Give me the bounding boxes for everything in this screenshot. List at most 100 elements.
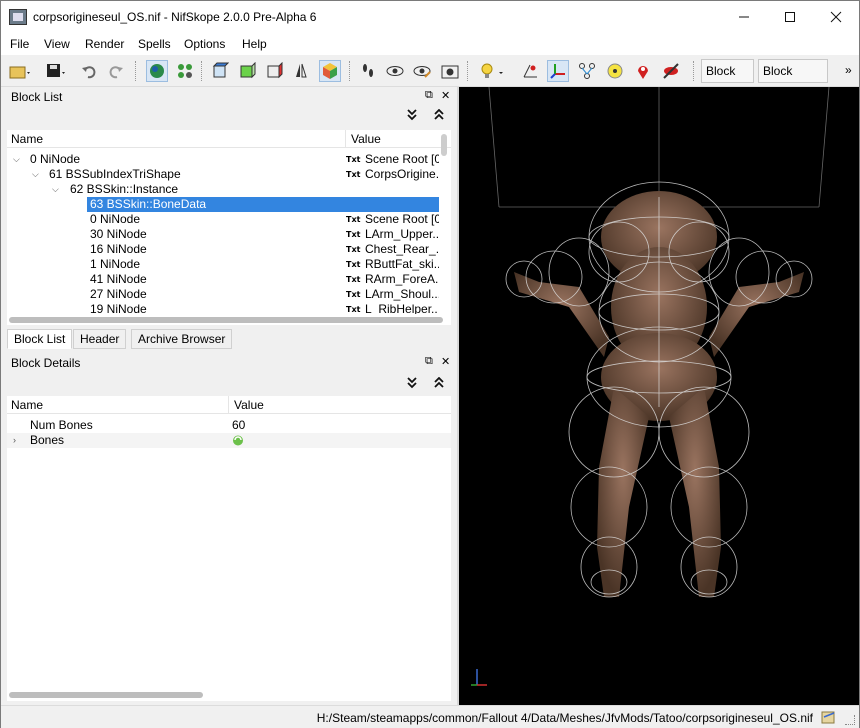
vertical-scrollbar[interactable] bbox=[441, 134, 447, 156]
show-axes-button[interactable] bbox=[519, 60, 541, 82]
expand-all-icon[interactable] bbox=[433, 376, 445, 392]
col-name[interactable]: Name bbox=[11, 398, 43, 412]
title-bar: corpsorigineseul_OS.nif - NifSkope 2.0.0… bbox=[1, 1, 859, 33]
txt-badge: Txt bbox=[346, 215, 361, 224]
tree-row[interactable]: ⌵ 62 BSSkin::Instance bbox=[7, 182, 437, 197]
show-center-button[interactable] bbox=[604, 60, 626, 82]
walk-mode-button[interactable] bbox=[357, 60, 379, 82]
col-value[interactable]: Value bbox=[351, 132, 381, 146]
chevrons-up-icon bbox=[434, 376, 444, 388]
skeleton-icon bbox=[579, 63, 595, 79]
tree-row-selected[interactable]: 63 BSSkin::BoneData bbox=[7, 197, 439, 212]
tree-row[interactable]: 30 NiNode Txt LArm_Upper... bbox=[7, 227, 439, 242]
tab-header[interactable]: Header bbox=[73, 329, 127, 349]
menu-options[interactable]: Options bbox=[184, 37, 225, 51]
horizontal-scrollbar[interactable] bbox=[9, 317, 443, 323]
view-side-button[interactable] bbox=[263, 60, 285, 82]
menu-help[interactable]: Help bbox=[242, 37, 267, 51]
expanded-chevron-icon[interactable]: ⌵ bbox=[13, 152, 20, 167]
undock-icon[interactable]: ⧉ bbox=[425, 355, 433, 368]
tree-row[interactable]: 19 NiNode Txt L_RibHelper... bbox=[7, 302, 437, 314]
render-viewport[interactable] bbox=[459, 87, 859, 705]
show-hidden-button[interactable] bbox=[384, 60, 406, 82]
clipboard-icon[interactable] bbox=[821, 710, 837, 727]
tab-archive-browser[interactable]: Archive Browser bbox=[131, 329, 233, 349]
collapsed-chevron-icon[interactable]: › bbox=[13, 433, 16, 448]
close-dock-icon[interactable]: ✕ bbox=[441, 355, 450, 368]
expanded-chevron-icon[interactable]: ⌵ bbox=[32, 167, 39, 182]
row-name: 1 NiNode bbox=[90, 257, 141, 271]
menu-render[interactable]: Render bbox=[85, 37, 124, 51]
collapse-all-icon[interactable] bbox=[406, 377, 418, 392]
detail-row[interactable]: Num Bones 60 bbox=[7, 418, 451, 433]
txt-badge: Txt bbox=[346, 290, 361, 299]
show-markers-pin-button[interactable] bbox=[632, 60, 654, 82]
open-button[interactable] bbox=[9, 60, 31, 82]
row-value: L_RibHelper... bbox=[365, 302, 437, 314]
menu-file[interactable]: File bbox=[10, 37, 29, 51]
view-flip-button[interactable] bbox=[290, 60, 312, 82]
tree-row[interactable]: 16 NiNode Txt Chest_Rear_... bbox=[7, 242, 439, 257]
block-list-tree[interactable]: Name Value ⌵ 0 NiNode Txt Scene Root [0 … bbox=[7, 130, 451, 325]
view-top-button[interactable] bbox=[209, 60, 231, 82]
undo-button[interactable] bbox=[78, 60, 100, 82]
row-value: LArm_Upper... bbox=[365, 227, 439, 241]
txt-badge: Txt bbox=[346, 305, 361, 314]
tree-row[interactable]: ⌵ 61 BSSubIndexTriShape Txt CorpsOrigine… bbox=[7, 167, 439, 182]
array-refresh-icon[interactable] bbox=[231, 434, 245, 451]
footprints-icon bbox=[363, 64, 373, 77]
nifskope-app-icon bbox=[9, 9, 27, 25]
screenshot-button[interactable] bbox=[439, 60, 461, 82]
block-list-toggle[interactable]: Block List bbox=[701, 59, 754, 100]
block-details-tree[interactable]: Name Value Num Bones 60 › Bones bbox=[7, 396, 451, 701]
close-icon bbox=[830, 11, 842, 23]
undock-icon[interactable]: ⧉ bbox=[425, 89, 433, 102]
col-value[interactable]: Value bbox=[234, 398, 264, 412]
tree-row[interactable]: 0 NiNode Txt Scene Root [0 bbox=[7, 212, 439, 227]
minimize-button[interactable] bbox=[721, 1, 767, 33]
lighting-button[interactable] bbox=[477, 60, 507, 82]
render-toggle-button[interactable] bbox=[146, 60, 168, 82]
row-value[interactable]: 60 bbox=[232, 418, 245, 433]
redo-button[interactable] bbox=[105, 60, 127, 82]
toolbar-separator bbox=[693, 61, 695, 81]
txt-badge: Txt bbox=[346, 170, 361, 179]
tree-row[interactable]: ⌵ 0 NiNode Txt Scene Root [0 bbox=[7, 152, 439, 167]
close-dock-icon[interactable]: ✕ bbox=[441, 89, 450, 102]
minimize-icon bbox=[739, 16, 749, 18]
expanded-chevron-icon[interactable]: ⌵ bbox=[52, 182, 59, 197]
col-name[interactable]: Name bbox=[11, 132, 43, 146]
collapse-all-icon[interactable] bbox=[406, 109, 418, 124]
tree-row[interactable]: 1 NiNode Txt RButtFat_ski... bbox=[7, 257, 439, 272]
nodes-button[interactable] bbox=[174, 60, 196, 82]
row-name: 27 NiNode bbox=[90, 287, 147, 301]
show-skeleton-button[interactable] bbox=[576, 60, 598, 82]
block-details-toggle[interactable]: Block Details bbox=[758, 59, 828, 100]
cube-top-icon bbox=[212, 62, 229, 78]
hide-markers-button[interactable] bbox=[660, 60, 682, 82]
view-perspective-button[interactable] bbox=[319, 60, 341, 82]
maximize-button[interactable] bbox=[767, 1, 813, 33]
tree-row[interactable]: 41 NiNode Txt RArm_ForeA... bbox=[7, 272, 439, 287]
horizontal-scrollbar[interactable] bbox=[9, 692, 203, 698]
row-value: Scene Root [0 bbox=[365, 152, 439, 166]
status-bar: H:/Steam/steamapps/common/Fallout 4/Data… bbox=[1, 705, 859, 728]
tab-block-list[interactable]: Block List bbox=[7, 329, 73, 349]
show-nodes-button[interactable] bbox=[547, 60, 569, 82]
toolbar-overflow-button[interactable]: » bbox=[845, 63, 852, 77]
detail-row[interactable]: › Bones bbox=[7, 433, 451, 448]
close-button[interactable] bbox=[813, 1, 859, 33]
row-name: 0 NiNode bbox=[30, 152, 81, 166]
expand-all-icon[interactable] bbox=[433, 108, 445, 124]
menu-view[interactable]: View bbox=[44, 37, 70, 51]
eye-icon bbox=[386, 66, 404, 76]
view-front-button[interactable] bbox=[236, 60, 258, 82]
show-markers-button[interactable] bbox=[411, 60, 433, 82]
save-button[interactable] bbox=[45, 60, 67, 82]
tree-row[interactable]: 27 NiNode Txt LArm_Shoul... bbox=[7, 287, 439, 302]
resize-grip[interactable] bbox=[845, 715, 855, 725]
cube-side-icon bbox=[267, 62, 283, 79]
toolbar-separator bbox=[349, 61, 351, 81]
menu-spells[interactable]: Spells bbox=[138, 37, 171, 51]
left-dock-area: Block List ⧉ ✕ Name Value ⌵ 0 NiNode Txt… bbox=[1, 87, 457, 705]
